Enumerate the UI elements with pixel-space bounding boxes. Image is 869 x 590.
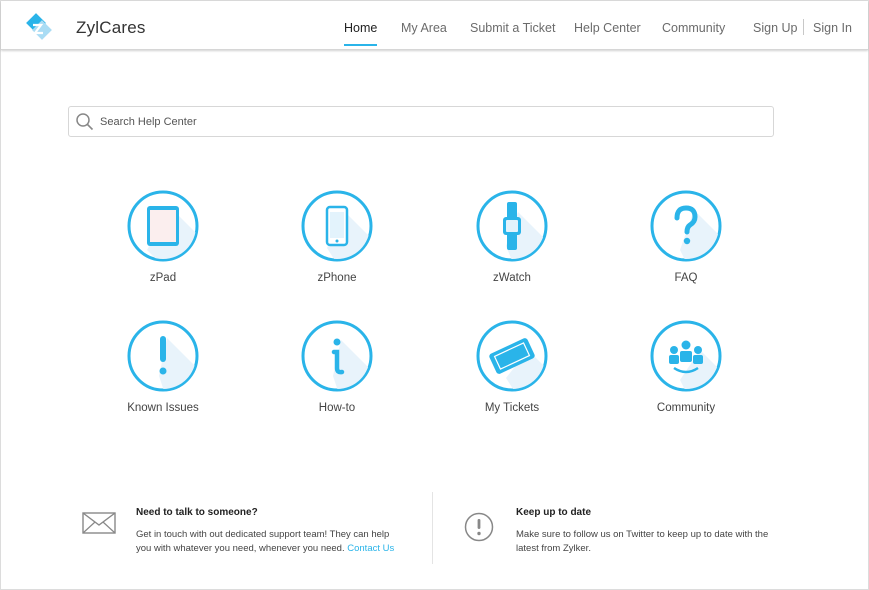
category-zphone[interactable]: zPhone [267,190,407,284]
info-icon [301,320,373,392]
category-label: Community [656,402,716,414]
contact-title: Need to talk to someone? [136,507,258,518]
contact-us-link[interactable]: Contact Us [347,543,394,554]
nav-help-center[interactable]: Help Center [574,21,641,35]
category-how-to[interactable]: How-to [267,320,407,414]
category-label: zWatch [493,272,531,284]
watch-icon [476,190,548,262]
nav-community[interactable]: Community [662,21,725,35]
nav-submit-ticket[interactable]: Submit a Ticket [470,21,555,35]
updates-section: Keep up to date Make sure to follow us o… [516,507,776,556]
search-box [68,106,774,137]
updates-text: Make sure to follow us on Twitter to kee… [516,529,769,554]
category-known-issues[interactable]: Known Issues [93,320,233,414]
category-label: FAQ [674,272,698,284]
brand-name[interactable]: ZylCares [76,18,146,38]
category-community[interactable]: Community [616,320,756,414]
top-navbar: ZylCares Home My Area Submit a Ticket He… [1,1,868,50]
page-frame [0,0,869,590]
contact-section: Need to talk to someone? Get in touch wi… [136,507,406,556]
category-label: How-to [318,402,356,414]
question-icon [650,190,722,262]
sign-in-link[interactable]: Sign In [813,21,852,35]
nav-home[interactable]: Home [344,21,377,35]
sign-up-link[interactable]: Sign Up [753,21,797,35]
category-label: zPhone [317,272,357,284]
updates-title: Keep up to date [516,507,592,518]
category-label: My Tickets [484,402,540,414]
people-icon [650,320,722,392]
ticket-icon [476,320,548,392]
tablet-icon [127,190,199,262]
nav-my-area[interactable]: My Area [401,21,447,35]
phone-icon [301,190,373,262]
alert-circle-icon [464,512,494,542]
nav-divider [803,19,804,35]
envelope-icon [82,512,116,534]
contact-text: Get in touch with out dedicated support … [136,529,395,554]
exclamation-icon [127,320,199,392]
zylcares-logo-icon[interactable] [25,13,57,45]
search-input[interactable] [100,107,760,136]
category-zpad[interactable]: zPad [93,190,233,284]
category-faq[interactable]: FAQ [616,190,756,284]
active-nav-indicator [344,44,377,46]
category-label: zPad [149,272,177,284]
category-zwatch[interactable]: zWatch [442,190,582,284]
search-icon [76,113,94,131]
category-label: Known Issues [127,402,199,414]
footer-divider [432,492,433,564]
category-my-tickets[interactable]: My Tickets [442,320,582,414]
